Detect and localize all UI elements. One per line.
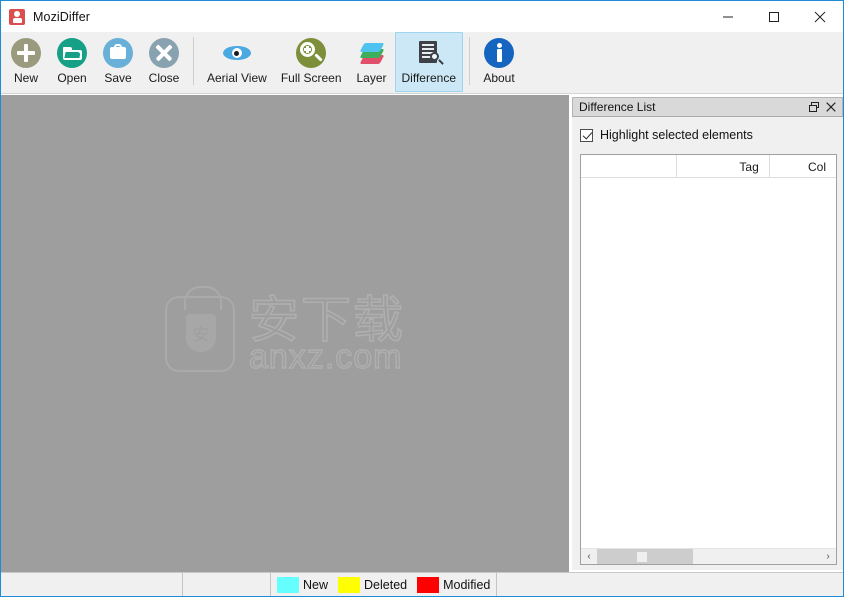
watermark-shield-glyph: 安: [186, 313, 216, 352]
scrollbar-track[interactable]: [597, 548, 820, 564]
toolbar-label-layer: Layer: [356, 71, 387, 85]
save-disk-icon: [102, 37, 134, 69]
layers-icon: [356, 37, 388, 69]
restore-window-icon[interactable]: [805, 99, 822, 115]
table-body[interactable]: [581, 178, 836, 548]
table-header-row: Tag Col: [581, 155, 836, 178]
toolbar-label-new: New: [13, 71, 38, 85]
toolbar-button-new[interactable]: New: [3, 32, 49, 92]
minimize-icon[interactable]: [705, 1, 751, 32]
diff-canvas[interactable]: 安 安下载 anxz.com: [1, 95, 569, 572]
legend-label-modified: Modified: [443, 577, 491, 592]
status-segment-1: [1, 572, 183, 596]
highlight-checkbox[interactable]: [580, 128, 593, 142]
panel-title-label: Difference List: [579, 100, 656, 114]
scroll-left-arrow-icon[interactable]: ‹: [581, 549, 597, 565]
main-toolbar: New Open Save Close Aerial View Full Scr…: [1, 32, 843, 94]
difference-list-panel: Difference List Highlight selected eleme…: [572, 97, 843, 570]
eye-icon: [221, 37, 253, 69]
scroll-right-arrow-icon[interactable]: ›: [820, 549, 836, 565]
panel-title-bar: Difference List: [572, 97, 843, 117]
app-logo-icon: [9, 8, 25, 25]
legend-swatch-deleted: [338, 576, 361, 593]
scrollbar-thumb[interactable]: [597, 548, 693, 564]
table-column-header-blank[interactable]: [581, 155, 678, 178]
magnifier-plus-icon: [295, 37, 327, 69]
highlight-checkbox-label: Highlight selected elements: [600, 128, 753, 142]
table-column-header-tag[interactable]: Tag: [677, 155, 770, 178]
close-icon[interactable]: [797, 1, 843, 32]
status-bar: New Deleted Modified: [1, 572, 843, 596]
legend-label-new: New: [303, 577, 329, 592]
close-circle-icon: [148, 37, 180, 69]
toolbar-button-save[interactable]: Save: [95, 32, 141, 92]
toolbar-label-open: Open: [57, 71, 87, 85]
panel-close-icon[interactable]: [822, 99, 839, 115]
info-icon: [483, 37, 515, 69]
table-column-header-color[interactable]: Col: [770, 155, 836, 178]
panel-body: Highlight selected elements Tag Col ‹ ›: [572, 117, 843, 570]
toolbar-button-about[interactable]: About: [476, 32, 522, 92]
toolbar-label-full-screen: Full Screen: [280, 71, 342, 85]
application-window: MoziDiffer New Open Save Close Aerial Vi…: [0, 0, 844, 597]
toolbar-separator: [193, 37, 194, 85]
toolbar-button-full-screen[interactable]: Full Screen: [274, 32, 349, 92]
toolbar-separator: [469, 37, 470, 85]
watermark-latin-text: anxz.com: [248, 337, 403, 376]
window-title: MoziDiffer: [33, 9, 91, 24]
toolbar-label-difference: Difference: [401, 71, 456, 85]
horizontal-scrollbar[interactable]: ‹ ›: [581, 548, 836, 564]
toolbar-label-about: About: [483, 71, 515, 85]
legend-swatch-modified: [417, 576, 440, 593]
difference-document-icon: [413, 37, 445, 69]
window-controls: [705, 1, 843, 32]
toolbar-button-aerial-view[interactable]: Aerial View: [200, 32, 274, 92]
highlight-selected-elements-row[interactable]: Highlight selected elements: [580, 125, 837, 145]
toolbar-label-aerial-view: Aerial View: [207, 71, 267, 85]
legend-label-deleted: Deleted: [364, 577, 408, 592]
open-folder-icon: [56, 37, 88, 69]
title-bar: MoziDiffer: [1, 1, 843, 32]
toolbar-button-open[interactable]: Open: [49, 32, 95, 92]
toolbar-button-close[interactable]: Close: [141, 32, 187, 92]
diff-color-legend: New Deleted Modified: [271, 572, 498, 596]
maximize-icon[interactable]: [751, 1, 797, 32]
toolbar-button-layer[interactable]: Layer: [349, 32, 395, 92]
status-segment-2: [183, 572, 271, 596]
toolbar-label-save: Save: [104, 71, 132, 85]
difference-list-table[interactable]: Tag Col ‹ ›: [580, 154, 837, 565]
toolbar-label-close: Close: [148, 71, 180, 85]
watermark: 安 安下载 anxz.com: [165, 285, 405, 376]
watermark-bag-icon: 安: [165, 285, 235, 372]
toolbar-button-difference[interactable]: Difference: [394, 32, 463, 92]
new-document-icon: [10, 37, 42, 69]
legend-swatch-new: [277, 576, 299, 593]
